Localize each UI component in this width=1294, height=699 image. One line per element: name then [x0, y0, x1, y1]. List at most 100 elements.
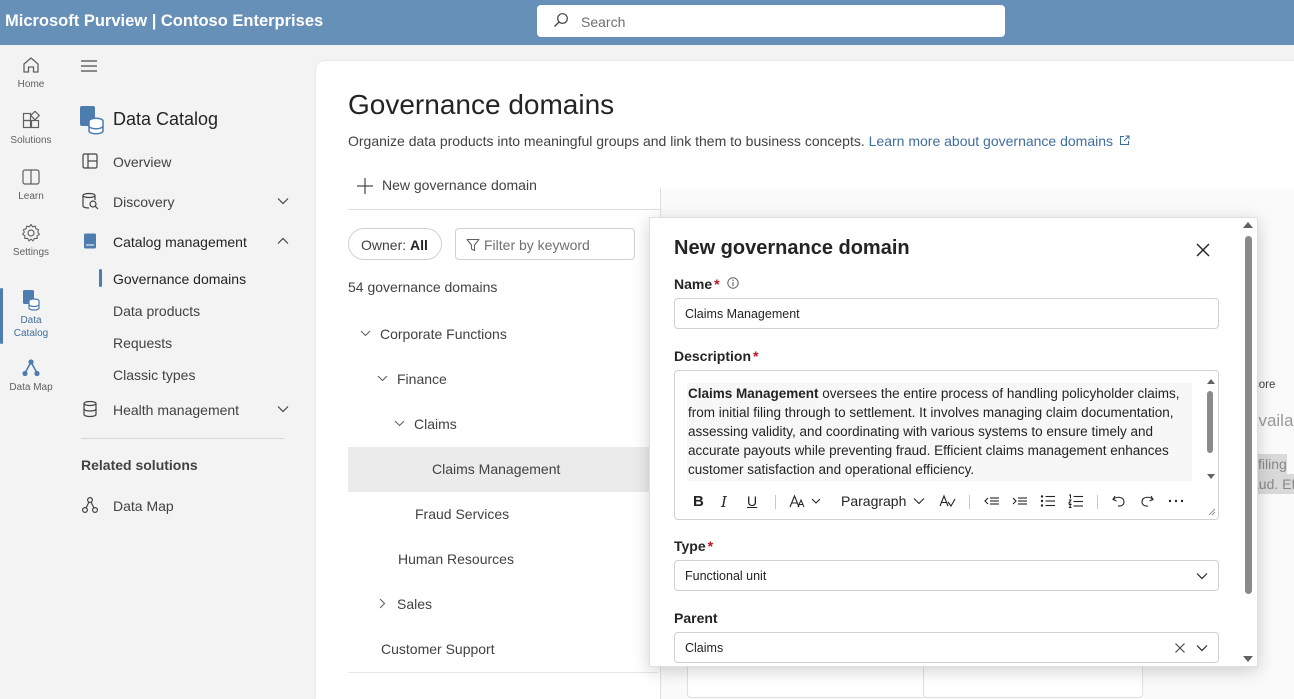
external-link-icon — [1119, 135, 1130, 145]
scroll-up-icon[interactable] — [1242, 221, 1254, 229]
top-bar: Microsoft Purview | Contoso Enterprises … — [0, 0, 1294, 45]
more-options-button[interactable] — [1167, 493, 1185, 511]
keyword-filter-input[interactable]: Filter by keyword — [455, 228, 635, 260]
underline-button[interactable]: U — [747, 493, 757, 511]
undo-icon — [1112, 495, 1125, 507]
nav-item-discovery[interactable]: Discovery — [81, 188, 289, 216]
rail-item-learn[interactable]: Learn — [0, 167, 62, 203]
chevron-right-icon[interactable] — [377, 598, 388, 609]
name-input[interactable]: Claims Management — [674, 298, 1219, 329]
nav-item-health-management[interactable]: Health management — [81, 396, 289, 424]
info-icon[interactable] — [727, 277, 740, 289]
navigation-pane: Data Catalog Overview Discovery Catalog … — [66, 45, 306, 699]
nav-divider — [81, 438, 284, 439]
learn-more-link-text: Learn more about governance domains — [868, 133, 1114, 149]
italic-button[interactable]: I — [721, 493, 727, 511]
nav-item-data-map[interactable]: Data Map — [81, 492, 289, 520]
rail-item-home[interactable]: Home — [0, 55, 62, 91]
clear-format-button[interactable] — [939, 493, 957, 511]
nav-title: Data Catalog — [113, 109, 219, 129]
rail-item-settings[interactable]: Settings — [0, 223, 62, 259]
chevron-down-icon — [1196, 645, 1208, 652]
type-dropdown[interactable]: Functional unit — [674, 560, 1219, 591]
owner-filter-label: Owner: — [361, 237, 407, 253]
hamburger-menu-icon[interactable] — [80, 59, 98, 73]
undo-button[interactable] — [1111, 493, 1127, 511]
rail-item-solutions[interactable]: Solutions — [0, 111, 62, 147]
redo-button[interactable] — [1139, 493, 1155, 511]
resize-handle-icon[interactable] — [1208, 508, 1216, 516]
rail-item-data-map[interactable]: Data Map — [0, 358, 62, 394]
chevron-down-icon[interactable] — [277, 403, 289, 415]
numbered-list-icon — [1067, 494, 1083, 508]
tree-item-customer-support[interactable]: Customer Support — [348, 627, 658, 672]
tree-item-fraud-services[interactable]: Fraud Services — [348, 492, 658, 537]
overview-icon — [82, 153, 98, 169]
scroll-down-icon[interactable] — [1242, 655, 1254, 663]
tree-item-finance[interactable]: Finance — [348, 357, 658, 402]
font-size-icon — [789, 494, 821, 508]
chevron-up-icon[interactable] — [277, 235, 289, 247]
name-input-value: Claims Management — [685, 307, 800, 321]
paragraph-dropdown[interactable]: Paragraph — [841, 493, 925, 511]
required-marker: * — [753, 348, 759, 364]
tree-item-label: Finance — [397, 371, 447, 387]
related-solutions-heading: Related solutions — [81, 457, 198, 473]
nav-item-label: Discovery — [113, 194, 175, 210]
chevron-down-icon — [913, 498, 925, 505]
health-management-icon — [83, 400, 97, 418]
nav-sub-classic-types[interactable]: Classic types — [113, 367, 195, 383]
clear-icon[interactable] — [1174, 642, 1186, 654]
chevron-down-icon[interactable] — [394, 418, 405, 429]
editor-scroll-thumb[interactable] — [1207, 391, 1213, 453]
description-bold-text: Claims Management — [688, 386, 819, 401]
parent-dropdown-value: Claims — [685, 641, 724, 655]
close-icon[interactable] — [1192, 239, 1214, 261]
global-search-box[interactable]: Search — [537, 5, 1005, 37]
chevron-down-icon[interactable] — [277, 195, 289, 207]
bold-button[interactable]: B — [693, 493, 704, 511]
parent-dropdown[interactable]: Claims — [674, 632, 1219, 663]
tree-item-label: Claims Management — [432, 461, 561, 477]
decrease-indent-button[interactable] — [983, 493, 1001, 511]
nav-item-catalog-management[interactable]: Catalog management — [81, 228, 289, 256]
numbered-list-button[interactable] — [1067, 493, 1085, 511]
owner-filter[interactable]: Owner: All — [348, 228, 442, 260]
keyword-filter-placeholder: Filter by keyword — [484, 237, 590, 253]
increase-indent-button[interactable] — [1011, 493, 1029, 511]
nav-sub-governance-domains[interactable]: Governance domains — [113, 271, 246, 287]
scroll-up-icon[interactable] — [1206, 377, 1216, 385]
app-title[interactable]: Microsoft Purview | Contoso Enterprises — [5, 12, 323, 31]
bulleted-list-button[interactable] — [1039, 493, 1057, 511]
chevron-down-icon[interactable] — [377, 373, 388, 384]
data-catalog-icon — [23, 290, 40, 311]
page-description: Organize data products into meaningful g… — [348, 133, 1130, 149]
editor-toolbar: B I U Paragraph — [675, 486, 1218, 518]
description-label: Description * — [674, 348, 758, 364]
learn-more-link[interactable]: Learn more about governance domains — [869, 133, 1130, 149]
toolbar-separator — [775, 495, 776, 509]
new-governance-domain-label: New governance domain — [382, 177, 537, 193]
rail-item-data-catalog[interactable]: Data Catalog — [0, 289, 62, 340]
tree-item-label: Customer Support — [381, 641, 495, 657]
filter-icon — [466, 238, 480, 252]
name-label: Name * — [674, 276, 740, 292]
toolbar-separator — [1097, 495, 1098, 509]
tree-item-corporate-functions[interactable]: Corporate Functions — [348, 312, 658, 357]
nav-item-overview[interactable]: Overview — [81, 148, 289, 176]
tree-item-sales[interactable]: Sales — [348, 582, 658, 627]
dialog-scroll-thumb[interactable] — [1245, 236, 1252, 594]
tree-item-claims-management[interactable]: Claims Management — [348, 447, 658, 492]
font-size-button[interactable] — [789, 493, 823, 511]
description-editor[interactable]: Claims Management oversees the entire pr… — [674, 370, 1219, 520]
editor-scrollbar[interactable] — [1204, 377, 1216, 481]
nav-sub-data-products[interactable]: Data products — [113, 303, 200, 319]
scroll-down-icon[interactable] — [1206, 473, 1216, 481]
tree-item-human-resources[interactable]: Human Resources — [348, 537, 658, 582]
description-text[interactable]: Claims Management oversees the entire pr… — [687, 383, 1192, 481]
tree-item-claims[interactable]: Claims — [348, 402, 658, 447]
rail-label: Home — [17, 79, 45, 90]
chevron-down-icon[interactable] — [360, 328, 371, 339]
nav-sub-requests[interactable]: Requests — [113, 335, 172, 351]
data-map-icon — [81, 496, 99, 514]
